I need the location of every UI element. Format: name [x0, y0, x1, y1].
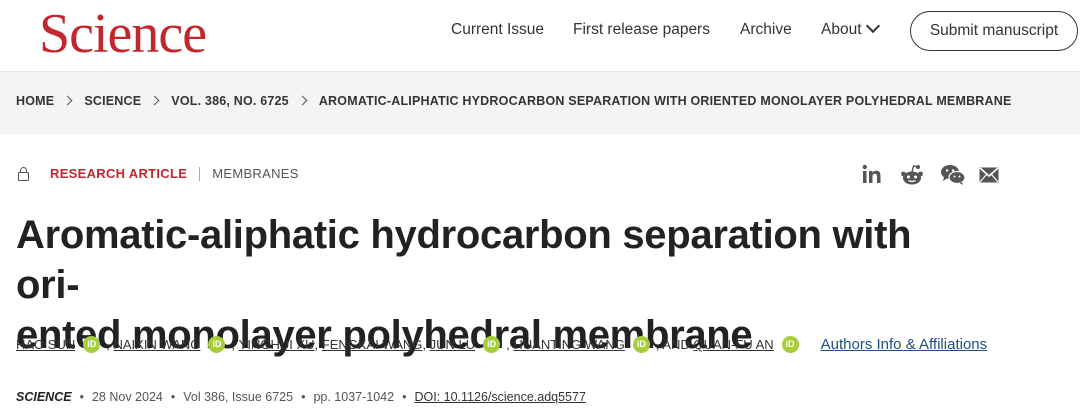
bullet: •: [170, 390, 176, 404]
bullet: •: [301, 390, 306, 404]
breadcrumb: HOME SCIENCE VOL. 386, NO. 6725 AROMATIC-AL…: [16, 94, 1012, 108]
separator: ,: [314, 337, 319, 352]
separator: ,: [231, 337, 236, 352]
page-range: pp. 1037-1042: [313, 390, 395, 404]
publication-date: 28 Nov 2024: [91, 390, 163, 404]
volume-issue: Vol 386, Issue 6725: [183, 390, 294, 404]
divider: [199, 166, 201, 181]
authors-affiliations-link[interactable]: Authors Info & Affiliations: [821, 336, 988, 353]
citation-line: SCIENCE • 28 Nov 2024 • Vol 386, Issue 6725 •…: [16, 390, 586, 404]
linkedin-icon[interactable]: [862, 164, 882, 186]
author-link[interactable]: YINGHUI XU: [239, 337, 315, 352]
chevron-down-icon: [865, 18, 880, 34]
breadcrumb-band: HOME SCIENCE VOL. 386, NO. 6725 AROMATIC-AL…: [0, 72, 1080, 134]
orcid-icon[interactable]: iD: [83, 336, 101, 353]
lock-icon: [18, 167, 29, 181]
doi-link[interactable]: DOI: 10.1126/science.adq5577: [414, 390, 585, 404]
chevron-right-icon: [297, 95, 308, 106]
nav-first-release[interactable]: First release papers: [573, 21, 710, 39]
separator: ,: [506, 337, 510, 352]
orcid-icon[interactable]: iD: [483, 336, 501, 353]
separator: ,: [106, 337, 110, 352]
author-list: HAO SUN iD , NAIXIN WANG iD , YINGHUI XU…: [16, 336, 987, 353]
site-header: Science Current Issue First release pape…: [0, 0, 1080, 72]
article-title-line-1: Aromatic-aliphatic hydrocarbon separatio…: [16, 213, 912, 307]
science-logo[interactable]: Science: [39, 4, 207, 64]
article-subject[interactable]: MEMBRANES: [212, 166, 299, 181]
author-link[interactable]: HUANTING WANG: [513, 337, 624, 352]
nav-archive[interactable]: Archive: [740, 21, 792, 39]
email-icon[interactable]: [979, 167, 999, 183]
separator: , AND: [655, 337, 690, 352]
author-link[interactable]: HAO SUN: [16, 337, 75, 352]
chevron-right-icon: [62, 95, 73, 106]
bullet: •: [402, 390, 407, 404]
author-link[interactable]: QUAN-FU AN: [693, 337, 773, 352]
nav-about[interactable]: About: [821, 18, 880, 39]
reddit-icon[interactable]: [900, 164, 924, 186]
bullet: •: [79, 390, 84, 404]
article-type[interactable]: RESEARCH ARTICLE: [50, 166, 187, 181]
orcid-icon[interactable]: iD: [632, 336, 650, 353]
breadcrumb-home[interactable]: HOME: [16, 94, 54, 108]
submit-manuscript-button[interactable]: Submit manuscript: [910, 11, 1078, 51]
breadcrumb-science[interactable]: SCIENCE: [84, 94, 141, 108]
breadcrumb-volume[interactable]: VOL. 386, NO. 6725: [171, 94, 289, 108]
journal-name: SCIENCE: [16, 390, 72, 404]
separator: ,: [422, 337, 427, 352]
nav-about-label: About: [821, 21, 862, 38]
wechat-icon[interactable]: [940, 164, 966, 186]
author-link[interactable]: JUN LU: [430, 337, 476, 352]
orcid-icon[interactable]: iD: [208, 336, 226, 353]
orcid-icon[interactable]: iD: [781, 336, 799, 353]
chevron-right-icon: [149, 95, 160, 106]
breadcrumb-current: AROMATIC-ALIPHATIC HYDROCARBON SEPARATIO…: [318, 94, 1012, 108]
nav-current-issue[interactable]: Current Issue: [451, 21, 544, 39]
author-link[interactable]: NAIXIN WANG: [113, 337, 200, 352]
author-link[interactable]: FENGKAI WANG: [322, 337, 423, 352]
article-meta: RESEARCH ARTICLE MEMBRANES: [16, 166, 299, 181]
